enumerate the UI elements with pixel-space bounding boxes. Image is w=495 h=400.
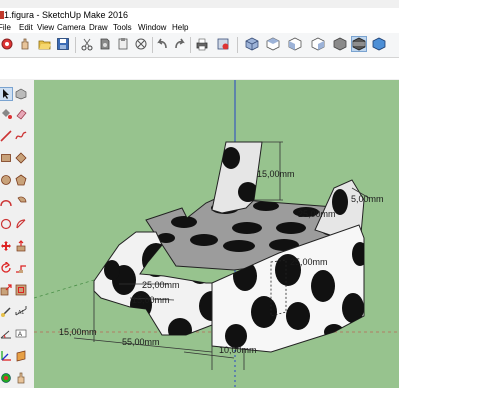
select-tool-icon[interactable] (0, 87, 13, 101)
text-tool-icon[interactable]: A (15, 328, 27, 340)
axis-green (34, 279, 95, 299)
rotated-rectangle-icon[interactable] (15, 152, 27, 164)
folder-open-icon[interactable] (38, 37, 52, 51)
dim-right-post: 5,00mm (351, 194, 384, 204)
dim-side-upper: 25,00mm (290, 257, 328, 267)
follow-me-icon[interactable] (15, 262, 27, 274)
svg-text:A: A (18, 332, 22, 338)
paint-bucket-icon[interactable] (0, 108, 12, 120)
orbit-tool-icon[interactable] (0, 37, 14, 51)
dimension-tool-icon[interactable]: A1 (15, 306, 27, 318)
circle-arc-icon[interactable] (0, 218, 12, 230)
dim-top-depth: 25,00mm (298, 209, 336, 219)
pan-tool-icon[interactable] (18, 37, 32, 51)
arc-tool-icon[interactable] (0, 196, 12, 208)
print-icon[interactable] (195, 37, 209, 51)
axes-tool-icon[interactable] (0, 350, 12, 362)
orbit-nav-icon[interactable] (0, 372, 12, 384)
dim-base-right: 10,00mm (219, 345, 257, 355)
copy-icon[interactable] (98, 37, 112, 51)
rectangle-tool-icon[interactable] (0, 152, 12, 164)
model-viewport[interactable]: 15,00mm 25,00mm 5,00mm 25,00mm 25,00mm 1… (34, 80, 399, 388)
menu-edit[interactable]: Edit (19, 22, 33, 33)
top-view-icon[interactable] (266, 37, 280, 51)
erase-icon[interactable] (134, 37, 148, 51)
make-component-icon[interactable] (15, 88, 27, 100)
toolbar-separator (237, 37, 238, 53)
freehand-tool-icon[interactable] (15, 130, 27, 142)
toolbar-separator (75, 37, 76, 53)
menu-camera[interactable]: Camera (57, 22, 85, 33)
dim-post-height: 15,00mm (257, 169, 295, 179)
front-view-icon[interactable] (288, 37, 302, 51)
three-point-arc-icon[interactable] (15, 218, 27, 230)
window-title: 1.figura - SketchUp Make 2016 (4, 10, 129, 20)
dim-base-length: 55,00mm (122, 337, 160, 347)
right-view-icon[interactable] (311, 37, 325, 51)
svg-text:A1: A1 (18, 310, 24, 316)
menu-window[interactable]: Window (138, 22, 166, 33)
model-scene: 15,00mm 25,00mm 5,00mm 25,00mm 25,00mm 1… (34, 80, 399, 388)
dim-front-upper: 25,00mm (142, 280, 180, 290)
menu-bar: File Edit View Camera Draw Tools Window … (0, 22, 399, 33)
shaded-style-icon[interactable] (372, 37, 386, 51)
xray-style-icon[interactable] (351, 36, 367, 52)
dim-base-left: 15,00mm (59, 327, 97, 337)
scale-tool-icon[interactable] (0, 284, 12, 296)
title-bar: 1.figura - SketchUp Make 2016 (0, 8, 399, 22)
menu-help[interactable]: Help (172, 22, 188, 33)
protractor-icon[interactable] (0, 328, 12, 340)
eraser-icon[interactable] (15, 108, 27, 120)
save-icon[interactable] (56, 37, 70, 51)
tape-measure-icon[interactable] (0, 306, 12, 318)
push-pull-icon[interactable] (15, 240, 27, 252)
menu-tools[interactable]: Tools (113, 22, 132, 33)
large-tool-set: A1 A (0, 80, 33, 388)
iso-view-icon[interactable] (245, 37, 259, 51)
back-view-icon[interactable] (333, 37, 347, 51)
toolbar-separator (152, 37, 153, 53)
undo-icon[interactable] (155, 37, 169, 51)
menu-file[interactable]: File (0, 22, 11, 33)
toolbar-gap (0, 58, 399, 79)
line-tool-icon[interactable] (0, 130, 12, 142)
paste-icon[interactable] (116, 37, 130, 51)
cut-icon[interactable] (80, 37, 94, 51)
pie-tool-icon[interactable] (15, 196, 27, 208)
move-tool-icon[interactable] (0, 240, 12, 252)
dim-front-lower: 15,00mm (132, 295, 170, 305)
redo-icon[interactable] (173, 37, 187, 51)
circle-tool-icon[interactable] (0, 174, 12, 186)
polygon-tool-icon[interactable] (15, 174, 27, 186)
model-info-icon[interactable] (216, 37, 230, 51)
toolbar-separator (190, 37, 191, 53)
rotate-tool-icon[interactable] (0, 262, 12, 274)
offset-tool-icon[interactable] (15, 284, 27, 296)
menu-draw[interactable]: Draw (89, 22, 108, 33)
pan-nav-icon[interactable] (15, 372, 27, 384)
section-plane-icon[interactable] (15, 350, 27, 362)
main-toolbar (0, 33, 399, 58)
menu-view[interactable]: View (37, 22, 54, 33)
sketchup-window: 1.figura - SketchUp Make 2016 File Edit … (0, 0, 399, 388)
